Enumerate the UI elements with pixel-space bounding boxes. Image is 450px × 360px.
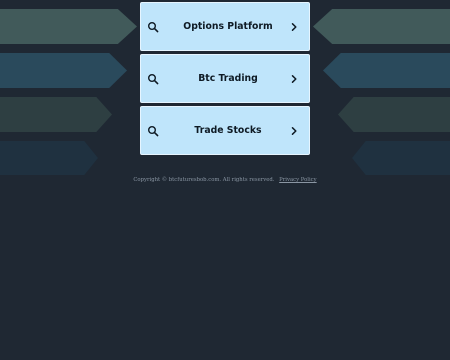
related-link-label: Options Platform [183,21,273,32]
search-icon [148,125,159,136]
related-link-btc-trading[interactable]: Btc Trading [140,54,310,103]
related-link-label: Btc Trading [198,73,258,84]
copyright-text: Copyright © btcfuturesbob.com. All right… [133,177,275,183]
decorative-arrow-left-2 [0,53,127,88]
page-footer: Copyright © btcfuturesbob.com. All right… [0,177,450,183]
chevron-right-icon [291,74,297,83]
related-link-trade-stocks[interactable]: Trade Stocks [140,106,310,155]
decorative-arrow-left-1 [0,9,137,44]
decorative-arrow-right-1 [313,9,450,44]
decorative-arrow-right-2 [323,53,450,88]
related-link-label: Trade Stocks [194,125,262,136]
parked-domain-page: Options Platform Btc Trading Trade Stock… [0,0,450,360]
search-icon [148,73,159,84]
search-icon [148,21,159,32]
related-links-list: Options Platform Btc Trading Trade Stock… [140,2,310,158]
related-link-options-platform[interactable]: Options Platform [140,2,310,51]
decorative-arrow-left-4 [0,141,98,175]
chevron-right-icon [291,126,297,135]
decorative-arrow-right-4 [352,141,450,175]
decorative-arrow-right-3 [338,97,450,132]
decorative-arrow-left-3 [0,97,112,132]
privacy-policy-link[interactable]: Privacy Policy [279,177,316,183]
chevron-right-icon [291,22,297,31]
